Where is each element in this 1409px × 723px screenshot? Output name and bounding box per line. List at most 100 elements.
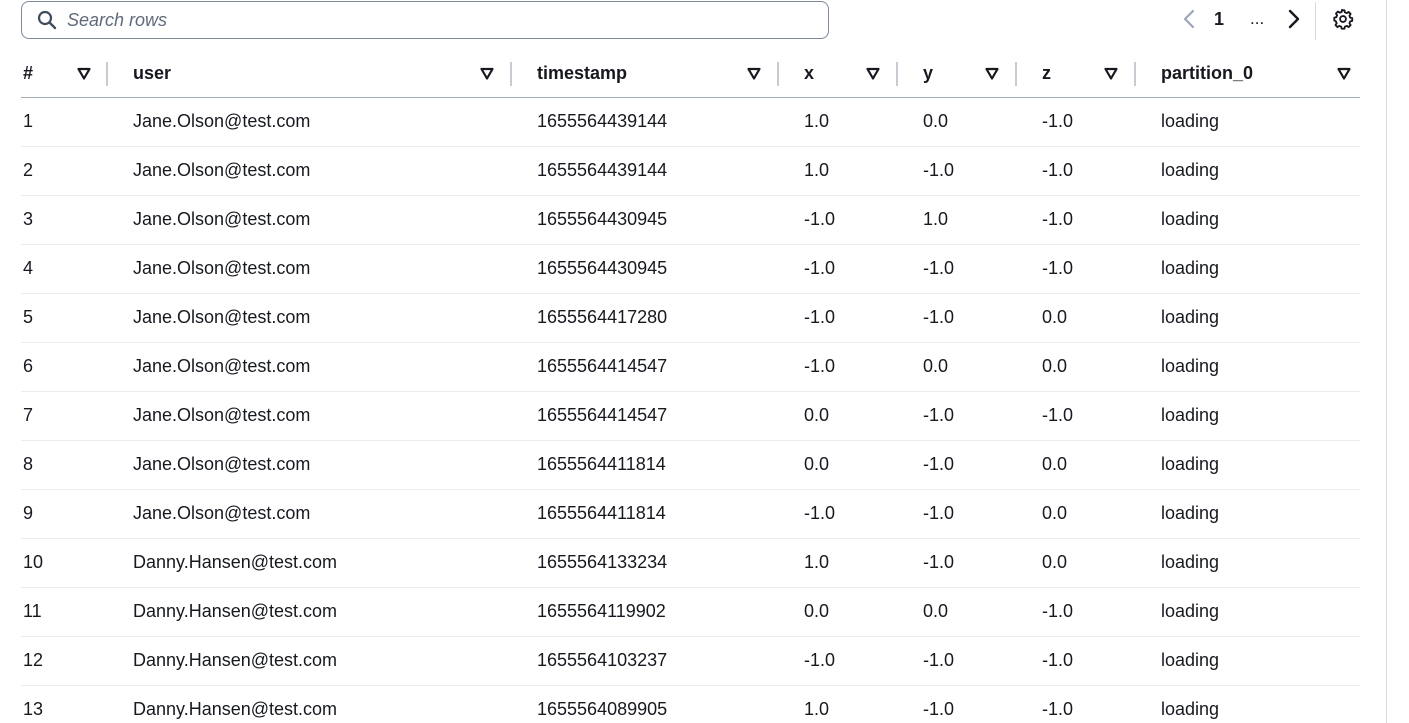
previous-page-button[interactable] [1176,6,1202,36]
cell-z: 0.0 [1042,307,1068,327]
cell-y: 1.0 [923,209,949,229]
cell-x: 1.0 [804,111,830,131]
cell-z: 0.0 [1042,503,1068,523]
cell-y: -1.0 [923,307,955,327]
cell-y: 0.0 [923,111,949,131]
table-row[interactable]: 12 Danny.Hansen@test.com 1655564103237 -1.0… [21,637,1360,686]
cell-y: -1.0 [923,454,955,474]
table-settings-button[interactable] [1330,8,1356,34]
column-header-index[interactable]: # [23,50,123,97]
column-header-z[interactable]: z [1042,50,1142,97]
cell-user: Jane.Olson@test.com [133,111,311,131]
column-header-timestamp[interactable]: timestamp [537,50,777,97]
column-header-partition-0[interactable]: partition_0 [1161,50,1360,97]
column-resizer[interactable] [106,62,108,86]
cell-index: 1 [23,111,34,131]
column-header-user[interactable]: user [133,50,503,97]
search-icon [37,10,57,30]
cell-y: 0.0 [923,356,949,376]
cell-y: -1.0 [923,503,955,523]
cell-partition-0: loading [1161,552,1220,572]
cell-partition-0: loading [1161,209,1220,229]
cell-x: 1.0 [804,160,830,180]
table-row[interactable]: 11 Danny.Hansen@test.com 1655564119902 0.0 0… [21,588,1360,637]
page-ellipsis: ... [1250,9,1265,28]
table-row[interactable]: 7 Jane.Olson@test.com 1655564414547 0.0 -1.0… [21,392,1360,441]
filter-triangle-icon[interactable] [77,67,91,81]
table-row[interactable]: 6 Jane.Olson@test.com 1655564414547 -1.0 0.0… [21,343,1360,392]
table-row[interactable]: 5 Jane.Olson@test.com 1655564417280 -1.0 -1.… [21,294,1360,343]
cell-partition-0: loading [1161,356,1220,376]
filter-triangle-icon[interactable] [985,67,999,81]
cell-user: Danny.Hansen@test.com [133,601,338,621]
cell-index: 3 [23,209,34,229]
filter-triangle-icon[interactable] [866,67,880,81]
cell-user: Jane.Olson@test.com [133,258,311,278]
table-row[interactable]: 1 Jane.Olson@test.com 1655564439144 1.0 0.0 -… [21,98,1360,147]
cell-partition-0: loading [1161,258,1220,278]
cell-partition-0: loading [1161,601,1220,621]
cell-x: -1.0 [804,650,836,670]
cell-x: 0.0 [804,405,830,425]
cell-partition-0: loading [1161,307,1220,327]
cell-timestamp: 1655564430945 [537,209,668,229]
cell-z: -1.0 [1042,209,1074,229]
cell-z: 0.0 [1042,552,1068,572]
cell-user: Jane.Olson@test.com [133,307,311,327]
cell-partition-0: loading [1161,503,1220,523]
cell-user: Danny.Hansen@test.com [133,552,338,572]
column-resizer[interactable] [1015,62,1017,86]
cell-index: 11 [23,601,42,621]
cell-x: 0.0 [804,601,830,621]
cell-index: 6 [23,356,34,376]
table-body: 1 Jane.Olson@test.com 1655564439144 1.0 0.0 -… [21,98,1360,723]
table-row[interactable]: 8 Jane.Olson@test.com 1655564411814 0.0 -1.0… [21,441,1360,490]
next-page-button[interactable] [1281,6,1307,36]
cell-timestamp: 1655564103237 [537,650,668,670]
cell-z: -1.0 [1042,160,1074,180]
column-header-label: y [923,63,934,83]
filter-triangle-icon[interactable] [1104,67,1118,81]
column-header-label: timestamp [537,63,628,83]
column-header-label: z [1042,63,1051,83]
cell-y: -1.0 [923,405,955,425]
cell-z: -1.0 [1042,601,1074,621]
cell-z: 0.0 [1042,356,1068,376]
cell-user: Jane.Olson@test.com [133,209,311,229]
column-resizer[interactable] [1134,62,1136,86]
cell-x: -1.0 [804,209,836,229]
cell-timestamp: 1655564411814 [537,454,666,474]
chevron-left-icon [1182,8,1196,35]
column-resizer[interactable] [510,62,512,86]
table-row[interactable]: 13 Danny.Hansen@test.com 1655564089905 1.0 -… [21,686,1360,723]
search-box[interactable] [21,1,829,39]
query-results-panel: 1 ... # user [0,0,1409,723]
table-row[interactable]: 9 Jane.Olson@test.com 1655564411814 -1.0 -1.… [21,490,1360,539]
cell-z: 0.0 [1042,454,1068,474]
table-row[interactable]: 2 Jane.Olson@test.com 1655564439144 1.0 -1.0… [21,147,1360,196]
search-input[interactable] [67,5,828,35]
column-resizer[interactable] [777,62,779,86]
table-row[interactable]: 10 Danny.Hansen@test.com 1655564133234 1.0 -… [21,539,1360,588]
column-header-y[interactable]: y [923,50,1023,97]
column-header-x[interactable]: x [804,50,904,97]
current-page-number[interactable]: 1 [1214,9,1224,30]
filter-triangle-icon[interactable] [1337,67,1351,81]
filter-triangle-icon[interactable] [480,67,494,81]
cell-partition-0: loading [1161,160,1220,180]
column-header-label: x [804,63,815,83]
cell-x: 0.0 [804,454,830,474]
cell-x: 1.0 [804,699,830,719]
cell-y: -1.0 [923,258,955,278]
cell-user: Jane.Olson@test.com [133,160,311,180]
cell-partition-0: loading [1161,650,1220,670]
cell-x: 1.0 [804,552,830,572]
toolbar-divider [1315,2,1316,40]
cell-user: Jane.Olson@test.com [133,405,311,425]
column-resizer[interactable] [896,62,898,86]
filter-triangle-icon[interactable] [747,67,761,81]
cell-user: Jane.Olson@test.com [133,503,311,523]
table-row[interactable]: 3 Jane.Olson@test.com 1655564430945 -1.0 1.0… [21,196,1360,245]
table-row[interactable]: 4 Jane.Olson@test.com 1655564430945 -1.0 -1.… [21,245,1360,294]
cell-x: -1.0 [804,503,836,523]
